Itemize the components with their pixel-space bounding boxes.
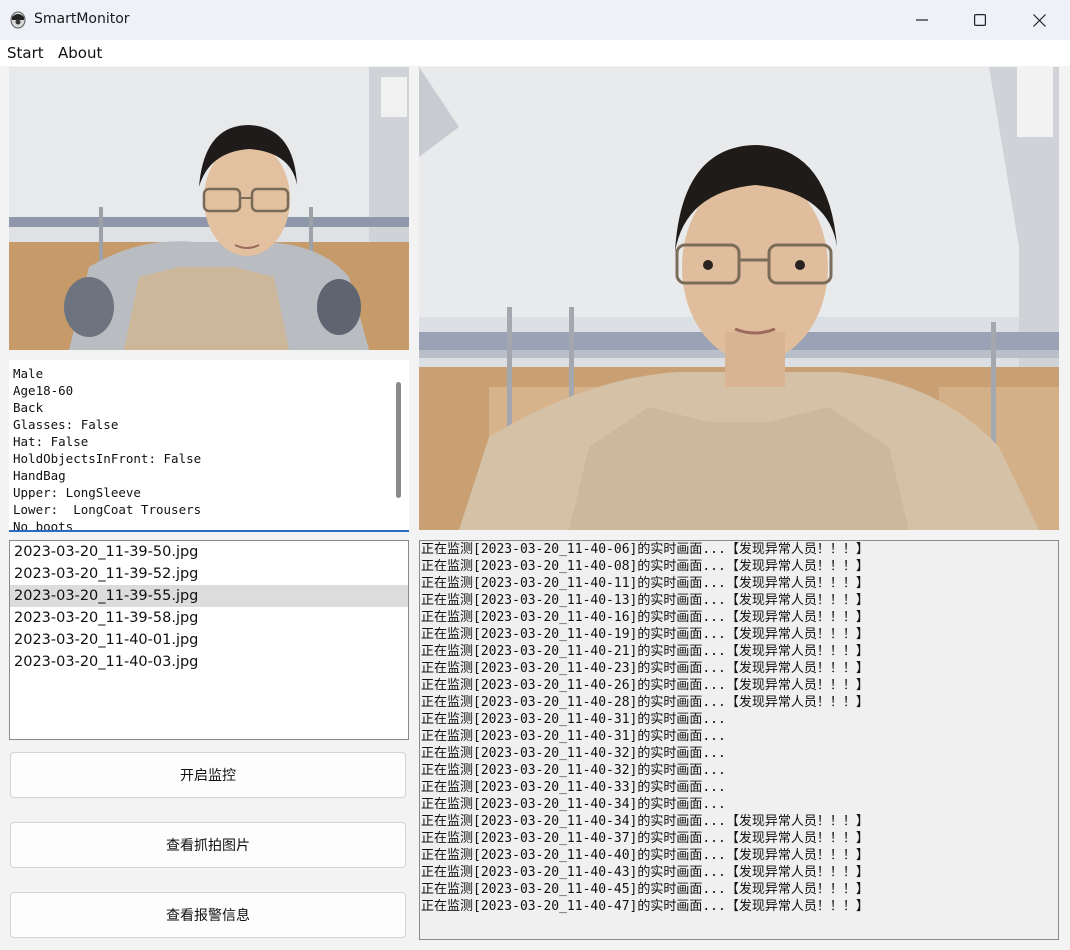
file-item[interactable]: 2023-03-20_11-39-50.jpg	[10, 541, 408, 563]
attribute-text: Male Age18-60 Back Glasses: False Hat: F…	[13, 366, 202, 532]
maximize-button[interactable]	[951, 0, 1009, 40]
log-line: 正在监测[2023-03-20_11-40-34]的实时画面...【发现异常人员…	[421, 814, 869, 829]
minimize-button[interactable]	[893, 0, 951, 40]
log-line: 正在监测[2023-03-20_11-40-37]的实时画面...【发现异常人员…	[421, 831, 869, 846]
log-line: 正在监测[2023-03-20_11-40-47]的实时画面...【发现异常人员…	[421, 899, 869, 914]
camera-app-icon	[10, 11, 26, 29]
title-bar: SmartMonitor	[0, 0, 1070, 40]
captured-photo-illustration	[9, 67, 409, 350]
file-item[interactable]: 2023-03-20_11-39-52.jpg	[10, 563, 408, 585]
log-line: 正在监测[2023-03-20_11-40-31]的实时画面...	[421, 729, 726, 744]
log-line: 正在监测[2023-03-20_11-40-06]的实时画面...【发现异常人员…	[421, 542, 869, 557]
minimize-icon	[916, 19, 928, 21]
log-line: 正在监测[2023-03-20_11-40-11]的实时画面...【发现异常人员…	[421, 576, 869, 591]
attribute-scrollbar[interactable]	[396, 382, 401, 498]
log-line: 正在监测[2023-03-20_11-40-33]的实时画面...	[421, 780, 726, 795]
log-line: 正在监测[2023-03-20_11-40-13]的实时画面...【发现异常人员…	[421, 593, 869, 608]
menu-bar: Start About	[0, 40, 1070, 66]
close-button[interactable]	[1010, 0, 1068, 40]
menu-start[interactable]: Start	[7, 44, 44, 62]
view-alarms-button[interactable]: 查看报警信息	[10, 892, 406, 938]
log-line: 正在监测[2023-03-20_11-40-19]的实时画面...【发现异常人员…	[421, 627, 869, 642]
log-line: 正在监测[2023-03-20_11-40-23]的实时画面...【发现异常人员…	[421, 661, 869, 676]
log-line: 正在监测[2023-03-20_11-40-40]的实时画面...【发现异常人员…	[421, 848, 869, 863]
log-line: 正在监测[2023-03-20_11-40-08]的实时画面...【发现异常人员…	[421, 559, 869, 574]
window-title: SmartMonitor	[34, 11, 130, 27]
log-line: 正在监测[2023-03-20_11-40-32]的实时画面...	[421, 746, 726, 761]
file-item[interactable]: 2023-03-20_11-40-03.jpg	[10, 651, 408, 673]
log-line: 正在监测[2023-03-20_11-40-28]的实时画面...【发现异常人员…	[421, 695, 869, 710]
attribute-textbox[interactable]: Male Age18-60 Back Glasses: False Hat: F…	[9, 360, 409, 532]
file-item-selected[interactable]: 2023-03-20_11-39-55.jpg	[10, 585, 408, 607]
capture-file-list[interactable]: 2023-03-20_11-39-50.jpg 2023-03-20_11-39…	[9, 540, 409, 740]
monitor-log[interactable]: 正在监测[2023-03-20_11-40-06]的实时画面...【发现异常人员…	[419, 540, 1059, 940]
live-camera-feed	[419, 67, 1059, 530]
file-item[interactable]: 2023-03-20_11-39-58.jpg	[10, 607, 408, 629]
log-line: 正在监测[2023-03-20_11-40-34]的实时画面...	[421, 797, 726, 812]
view-captures-button[interactable]: 查看抓拍图片	[10, 822, 406, 868]
captured-person-image	[9, 67, 409, 350]
log-line: 正在监测[2023-03-20_11-40-32]的实时画面...	[421, 763, 726, 778]
live-feed-illustration	[419, 67, 1059, 530]
maximize-icon	[974, 14, 986, 26]
log-line: 正在监测[2023-03-20_11-40-26]的实时画面...【发现异常人员…	[421, 678, 869, 693]
log-line: 正在监测[2023-03-20_11-40-31]的实时画面...	[421, 712, 726, 727]
file-item[interactable]: 2023-03-20_11-40-01.jpg	[10, 629, 408, 651]
start-monitor-button[interactable]: 开启监控	[10, 752, 406, 798]
log-line: 正在监测[2023-03-20_11-40-45]的实时画面...【发现异常人员…	[421, 882, 869, 897]
log-line: 正在监测[2023-03-20_11-40-16]的实时画面...【发现异常人员…	[421, 610, 869, 625]
close-icon	[1032, 13, 1046, 27]
log-line: 正在监测[2023-03-20_11-40-43]的实时画面...【发现异常人员…	[421, 865, 869, 880]
menu-about[interactable]: About	[58, 44, 102, 62]
log-line: 正在监测[2023-03-20_11-40-21]的实时画面...【发现异常人员…	[421, 644, 869, 659]
